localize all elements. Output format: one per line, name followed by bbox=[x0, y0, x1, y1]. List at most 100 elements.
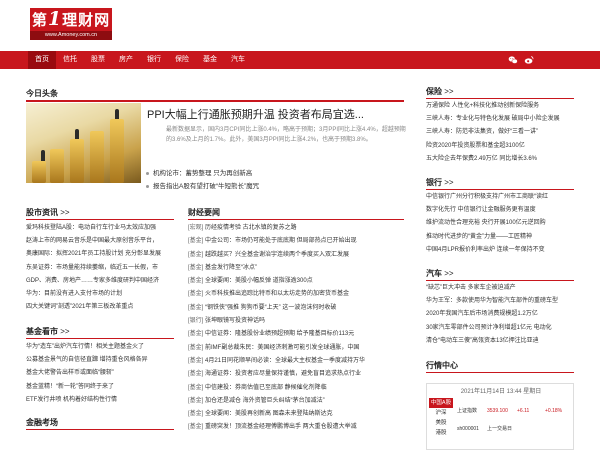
list-item[interactable]: 基金蓝精！“新一轮”答同终于来了 bbox=[26, 381, 174, 394]
header: 第1理财网 www.Amoney.com.cn bbox=[0, 0, 600, 48]
stock-tabs: 中国A股 沪深 美股 港股 bbox=[429, 398, 453, 438]
fund-divider bbox=[26, 338, 174, 339]
list-item[interactable]: 推动时代进步的“黄金”力量——工匠精神 bbox=[426, 231, 574, 244]
list-item[interactable]: 东吴证券：市场量能持续萎缩，临近五一长假，市 bbox=[26, 262, 174, 275]
stock-news-arrow: >> bbox=[60, 208, 70, 217]
stock-time: 2021年11月14日 13:44 星期日 bbox=[460, 389, 542, 395]
list-item[interactable]: [基金] 前IMF副总裁朱民：美国经济刺激可能引发全球通胀，中国 bbox=[188, 342, 404, 355]
cell bbox=[457, 398, 487, 407]
news-text: 张坤眼镜写投资神话吗 bbox=[205, 318, 266, 325]
stock-news-list: 爱玛科技登陆A股：电动自行车行业马太效应加强 赵涛上市的网易云音乐是中国最大原创… bbox=[26, 222, 174, 314]
insurance-divider bbox=[426, 98, 574, 99]
tab-us[interactable]: 美股 bbox=[429, 418, 453, 428]
nav-item-stock[interactable]: 股票 bbox=[84, 51, 112, 69]
fund-list: 华为“造车”出炉汽车行情！相关主题基金火了 公募基金景气的自信径直蹿 增持重仓风… bbox=[26, 341, 174, 407]
index-name: 上证指数 bbox=[457, 408, 478, 414]
list-item[interactable]: 万通保险 人性化+科技化推动创新保险服务 bbox=[426, 100, 574, 113]
list-item[interactable]: [基金] 中信证券：隆基股份业绩预超预期 给予隆基目标价113元 bbox=[188, 328, 404, 341]
headline-image[interactable] bbox=[26, 103, 141, 183]
nav-item-home[interactable]: 首页 bbox=[28, 51, 56, 69]
cell bbox=[517, 398, 545, 407]
news-text: 中信建投：券商估值已至底部 静候催化剂降临 bbox=[205, 384, 327, 391]
headline-link[interactable]: 报告指出A股有望打破“牛短熊长”魔咒 bbox=[146, 180, 259, 190]
cell bbox=[487, 416, 517, 425]
list-item[interactable]: [基金] 中信建投：券商估值已至底部 静候催化剂降临 bbox=[188, 382, 404, 395]
list-item[interactable]: 中国4月LPR报价利率出炉 连续一年保持不变 bbox=[426, 244, 574, 257]
list-item[interactable]: [基金] 重磅突发！顶流基金经理傅鹏博出手 两大重仓股遭大举减 bbox=[188, 421, 404, 434]
list-item[interactable]: “缺芯”巨大冲击 多家车企被迫减产 bbox=[426, 282, 574, 295]
tab-hk[interactable]: 港股 bbox=[429, 428, 453, 438]
list-item[interactable]: GDP、消费、房地产……专家多维度研判中国经济 bbox=[26, 275, 174, 288]
tab-shenzhen[interactable]: 沪深 bbox=[429, 408, 453, 418]
index-value: 3539.100 bbox=[487, 408, 508, 414]
nav-item-trust[interactable]: 信托 bbox=[56, 51, 84, 69]
list-item[interactable]: 2020年我国汽车后市场消费规模超1.2万亿 bbox=[426, 308, 574, 321]
nav-item-fund[interactable]: 基金 bbox=[196, 51, 224, 69]
list-item[interactable]: 五大险企去年保费2.49万亿 同比增长3.6% bbox=[426, 153, 574, 166]
list-item[interactable]: [基金] 加仓还是减仓 海外资管巨头纠结“茅台加减法” bbox=[188, 395, 404, 408]
list-item[interactable]: [基金] “钢铁侠”强推 狗狗币要“上天” 这一波泡沫何时收破 bbox=[188, 302, 404, 315]
nav-item-car[interactable]: 汽车 bbox=[224, 51, 252, 69]
list-item[interactable]: 清仓“电动车三傻”高瓴资本13亿押注比亚迪 bbox=[426, 335, 574, 348]
list-item[interactable]: 公募基金景气的自信径直蹿 增持重仓风格各异 bbox=[26, 354, 174, 367]
nav-item-insurance[interactable]: 保险 bbox=[168, 51, 196, 69]
list-item[interactable]: 数字化先行 中信银行让金融服务更有温度 bbox=[426, 204, 574, 217]
stock-news-title[interactable]: 股市资讯 >> bbox=[26, 207, 70, 218]
list-item[interactable]: 三峡人寿：防范非法集资，做好“三看一讲” bbox=[426, 126, 574, 139]
car-title[interactable]: 汽车 >> bbox=[426, 268, 454, 279]
prev-day-label: 上一交易日 bbox=[487, 426, 513, 432]
list-item[interactable]: [基金] 越跌越买？兴全基金谢治宇连续两个季度买入双汇发展 bbox=[188, 249, 404, 262]
list-item[interactable]: 奥康国际：拟挥2021年员工持股计划 充分彰显发展 bbox=[26, 248, 174, 261]
list-item[interactable]: [基金] 4月21日同花顺早间必读：全球最大主权基金一季度减持万华 bbox=[188, 355, 404, 368]
news-tag: [基金] bbox=[188, 384, 204, 391]
exam-title[interactable]: 金融考场 bbox=[26, 417, 58, 428]
list-item[interactable]: [基金] 火币科技推出追踪比特币和以太坊走势的加密货币基金 bbox=[188, 288, 404, 301]
headline-link[interactable]: 机构论市：蓄势整理 只为再创新高 bbox=[146, 167, 252, 177]
insurance-title[interactable]: 保险 >> bbox=[426, 86, 454, 97]
list-item[interactable]: 华为“造车”出炉汽车行情！相关主题基金火了 bbox=[26, 341, 174, 354]
finance-news-title: 财经要闻 bbox=[188, 208, 220, 217]
logo-suffix: 理财网 bbox=[62, 11, 111, 29]
news-text: “钢铁侠”强推 狗狗币要“上天” 这一波泡沫何时收破 bbox=[205, 304, 337, 311]
bank-title[interactable]: 银行 >> bbox=[426, 177, 454, 188]
list-item[interactable]: [基金] 全球要闻：美股小幅反弹 道指涨逾300点 bbox=[188, 275, 404, 288]
news-text: 越跌越买？兴全基金谢治宇连续两个季度买入双汇发展 bbox=[205, 251, 350, 258]
nav-item-house[interactable]: 房产 bbox=[112, 51, 140, 69]
nav-item-bank[interactable]: 银行 bbox=[140, 51, 168, 69]
list-item[interactable]: 华为王军：多款使用华为智能汽车部件的重磅车型 bbox=[426, 295, 574, 308]
list-item[interactable]: 险资2020年投资股票和基金超3100亿 bbox=[426, 140, 574, 153]
list-item[interactable]: [基金] 中金公司：市场仍可能处于底底期 但局部热点已开始出现 bbox=[188, 235, 404, 248]
weibo-icon[interactable] bbox=[524, 55, 534, 65]
list-item[interactable]: [银行] 张坤眼镜写投资神话吗 bbox=[188, 315, 404, 328]
list-item[interactable]: 爱玛科技登陆A股：电动自行车行业马太效应加强 bbox=[26, 222, 174, 235]
list-item[interactable]: [基金] 全球要闻：美股再创新高 图森未来登陆纳斯达克 bbox=[188, 408, 404, 421]
tab-a-share[interactable]: 中国A股 bbox=[429, 398, 453, 408]
list-item[interactable]: 30家汽车零部件公司预计净利增超1亿元 电动化 bbox=[426, 322, 574, 335]
car-title-text: 汽车 bbox=[426, 269, 442, 278]
list-item[interactable]: ETF发行井喷 机构着好结构性行情 bbox=[26, 394, 174, 407]
list-item[interactable]: 三峡人寿：专业化与特色化发展 破局中小险企发展 bbox=[426, 113, 574, 126]
list-item[interactable]: 四大关键词”剖透”2021年第三板改革重点 bbox=[26, 301, 174, 314]
car-list: “缺芯”巨大冲击 多家车企被迫减产 华为王军：多款使用华为智能汽车部件的重磅车型… bbox=[426, 282, 574, 348]
list-item[interactable]: [基金] 海通证券：投资者应尽量保持谨慎，避免盲目追求热点行业 bbox=[188, 368, 404, 381]
site-logo[interactable]: 第1理财网 www.Amoney.com.cn bbox=[30, 8, 112, 40]
list-item[interactable]: 维护流动性合理充裕 央行开展100亿元逆回购 bbox=[426, 217, 574, 230]
list-item[interactable]: [基金] 基金发行降至“冰点” bbox=[188, 262, 404, 275]
coin-stack bbox=[110, 119, 124, 183]
figure bbox=[75, 129, 79, 139]
list-item[interactable]: [宏观] 历经疫情考验 古北水镇的复苏之路 bbox=[188, 222, 404, 235]
logo-url: www.Amoney.com.cn bbox=[30, 31, 112, 40]
figure bbox=[115, 109, 119, 119]
coin-stack bbox=[70, 139, 84, 183]
bank-arrow: >> bbox=[444, 178, 454, 187]
fund-title[interactable]: 基金看市 >> bbox=[26, 326, 70, 337]
table-row[interactable]: 上证指数 3539.100 +6.11 +0.18% bbox=[457, 407, 572, 416]
headline-news-title[interactable]: PPI大幅上行通胀预期升温 投资者布局宜选... bbox=[147, 106, 364, 122]
list-item[interactable]: 中信银行广州分行积极支持广州市工商联“读红 bbox=[426, 191, 574, 204]
wechat-icon[interactable] bbox=[508, 55, 518, 65]
coin-stack bbox=[32, 161, 46, 183]
list-item[interactable]: 基金大佬警告出样币或面临“腰斩” bbox=[26, 367, 174, 380]
list-item[interactable]: 华为：目前没有进入支付市场的计划 bbox=[26, 288, 174, 301]
quotes-title: 行情中心 bbox=[426, 361, 458, 370]
list-item[interactable]: 赵涛上市的网易云音乐是中国最大原创音乐平台， bbox=[26, 235, 174, 248]
